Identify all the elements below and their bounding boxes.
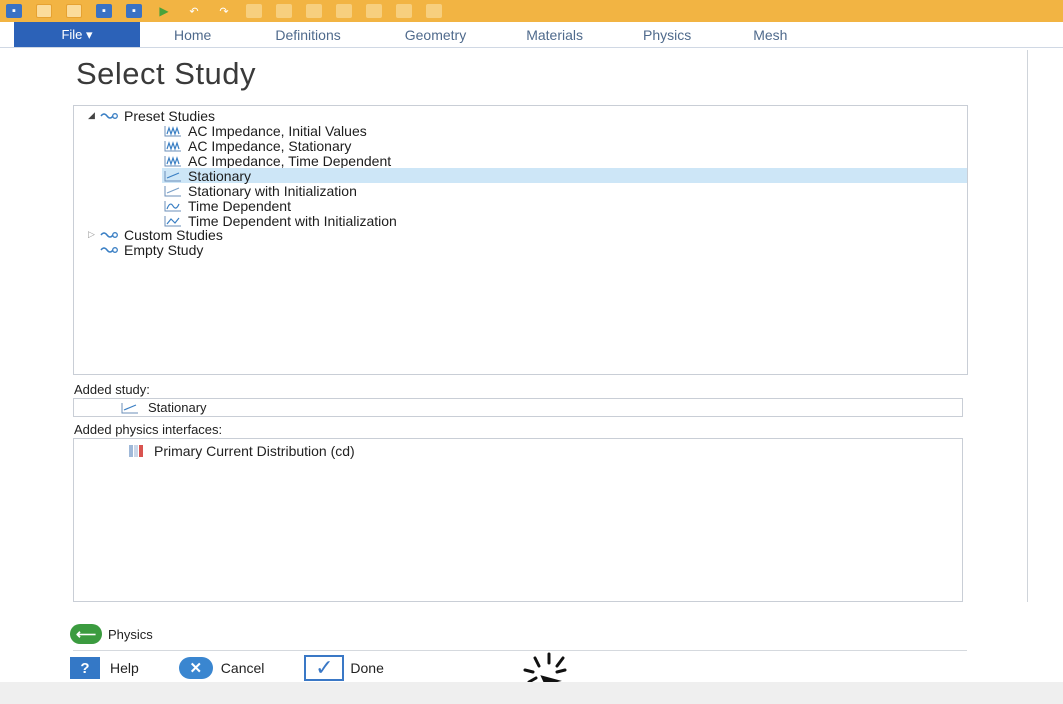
tree-item-label: AC Impedance, Initial Values	[188, 122, 367, 139]
paste-icon[interactable]	[276, 4, 292, 18]
cancel-button[interactable]: ✕ Cancel	[178, 657, 265, 679]
dialog-button-bar: ? Help ✕ Cancel ✓ Done	[70, 655, 424, 681]
cancel-icon: ✕	[178, 657, 213, 679]
tree-item-label: AC Impedance, Time Dependent	[188, 152, 392, 169]
added-study-value: Stationary	[148, 400, 207, 415]
save-icon[interactable]: ▪	[96, 4, 112, 18]
help-label: Help	[110, 660, 139, 676]
open-folder-icon[interactable]	[66, 4, 82, 18]
tab-physics[interactable]: Physics	[643, 22, 691, 47]
current-distribution-icon	[129, 445, 143, 457]
quick-access-toolbar: ▪ ▪ ▪ ▶ ↶ ↷	[0, 0, 1063, 22]
stationary-study-icon	[164, 170, 181, 181]
tree-item-label: Time Dependent	[188, 197, 291, 214]
help-button[interactable]: ? Help	[70, 657, 139, 679]
panel-divider	[1027, 50, 1028, 602]
undo-icon[interactable]: ↶	[186, 4, 202, 18]
windows-icon[interactable]	[366, 4, 382, 18]
back-to-physics-button[interactable]: ⟵ Physics	[70, 624, 153, 644]
tree-item-stationary-with-initialization[interactable]: Stationary with Initialization	[164, 182, 357, 199]
status-bar	[0, 682, 1063, 704]
run-icon[interactable]: ▶	[156, 4, 172, 18]
tab-home[interactable]: Home	[174, 22, 211, 47]
added-physics-list: Primary Current Distribution (cd)	[73, 438, 963, 602]
back-button-label: Physics	[108, 626, 153, 642]
tree-group-label: Custom Studies	[124, 226, 223, 243]
help-icon: ?	[70, 657, 100, 679]
collapse-arrow-icon[interactable]: ▷	[88, 229, 100, 240]
time-dependent-init-study-icon	[164, 215, 181, 226]
tree-item-time-dependent[interactable]: Time Dependent	[164, 197, 291, 214]
file-menu-label: File ▾	[61, 26, 93, 42]
tree-group-preset-studies[interactable]: ◢ Preset Studies	[88, 107, 216, 124]
physics-interface-label: Primary Current Distribution (cd)	[154, 443, 355, 459]
ac-impedance-study-icon	[164, 125, 181, 136]
stationary-study-icon	[121, 402, 138, 413]
tree-item-label: Stationary	[188, 167, 252, 184]
study-group-icon	[100, 113, 118, 119]
save-as-icon[interactable]: ▪	[126, 4, 142, 18]
tab-definitions[interactable]: Definitions	[275, 22, 340, 47]
new-file-icon[interactable]	[36, 4, 52, 18]
tree-item-ac-impedance-time-dependent[interactable]: AC Impedance, Time Dependent	[164, 152, 392, 169]
study-group-icon	[100, 247, 118, 253]
tab-geometry[interactable]: Geometry	[405, 22, 466, 47]
file-menu-button[interactable]: File ▾	[14, 22, 140, 47]
expand-arrow-icon[interactable]: ◢	[88, 110, 100, 121]
app-icon[interactable]: ▪	[6, 4, 22, 18]
cancel-label: Cancel	[220, 660, 265, 676]
tree-item-ac-impedance-initial[interactable]: AC Impedance, Initial Values	[164, 122, 367, 139]
done-label: Done	[350, 660, 384, 676]
tree-item-ac-impedance-stationary[interactable]: AC Impedance, Stationary	[164, 137, 352, 154]
back-arrow-icon: ⟵	[70, 624, 102, 644]
ac-impedance-study-icon	[164, 140, 181, 151]
added-physics-label: Added physics interfaces:	[74, 422, 223, 437]
checkmark-icon: ✓	[304, 655, 345, 681]
reset-desktop-icon[interactable]	[396, 4, 412, 18]
study-tree: ◢ Preset Studies AC Impedance, Initial V…	[73, 105, 968, 375]
ribbon-tab-bar: File ▾ Home Definitions Geometry Materia…	[0, 22, 1063, 48]
tree-group-custom-studies[interactable]: ▷ Custom Studies	[88, 226, 223, 243]
page-title: Select Study	[76, 56, 257, 91]
tree-item-label: Stationary with Initialization	[188, 182, 357, 199]
ac-impedance-study-icon	[164, 155, 181, 166]
options-icon[interactable]	[426, 4, 442, 18]
tree-item-empty-study[interactable]: Empty Study	[100, 241, 204, 258]
time-dependent-study-icon	[164, 200, 181, 211]
physics-interface-item[interactable]: Primary Current Distribution (cd)	[128, 443, 355, 459]
delete-icon[interactable]	[336, 4, 352, 18]
tree-item-label: Empty Study	[124, 241, 204, 258]
study-group-icon	[100, 232, 118, 238]
tree-item-stationary[interactable]: Stationary	[162, 167, 967, 184]
done-button[interactable]: ✓ Done	[304, 655, 384, 681]
tree-item-label: AC Impedance, Stationary	[188, 137, 352, 154]
added-study-field: Stationary	[73, 398, 963, 417]
tab-mesh[interactable]: Mesh	[753, 22, 787, 47]
redo-icon[interactable]: ↷	[216, 4, 232, 18]
added-study-label: Added study:	[74, 382, 150, 397]
tree-group-label: Preset Studies	[124, 107, 216, 124]
tab-materials[interactable]: Materials	[526, 22, 583, 47]
copy-icon[interactable]	[246, 4, 262, 18]
duplicate-icon[interactable]	[306, 4, 322, 18]
stationary-init-study-icon	[164, 185, 181, 196]
